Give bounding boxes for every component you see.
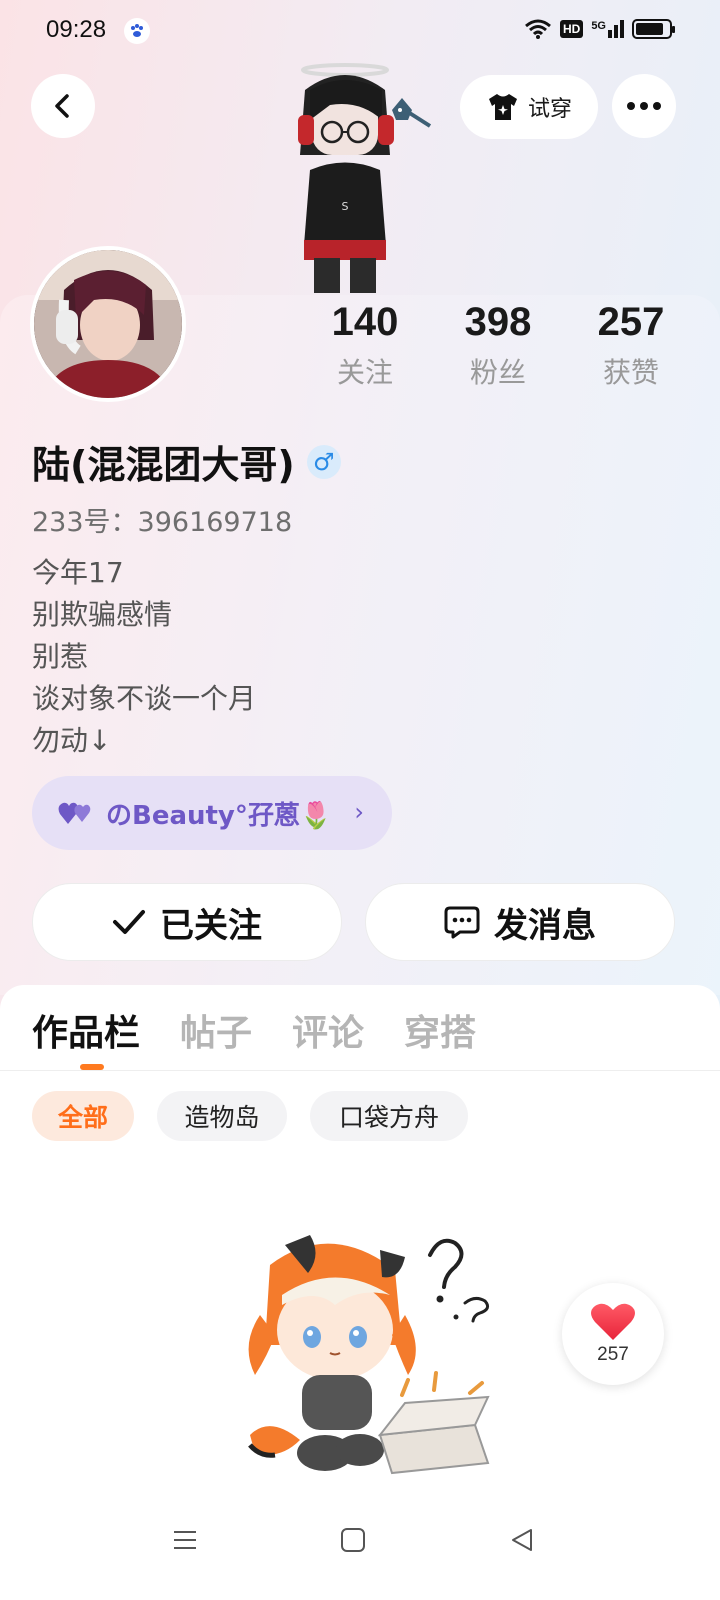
svg-text:S: S bbox=[342, 200, 349, 213]
status-bar: 09:28 HD 5G bbox=[0, 0, 720, 64]
battery-icon bbox=[632, 19, 675, 39]
checkmark-icon bbox=[113, 910, 145, 934]
stat-following-label: 关注 bbox=[336, 356, 393, 389]
tab-comments[interactable]: 评论 bbox=[292, 1004, 364, 1056]
bio-line: 勿动↓ bbox=[32, 724, 112, 757]
bio-line: 别欺骗感情 bbox=[32, 598, 173, 631]
signal-icon: 5G bbox=[591, 20, 624, 38]
user-id[interactable]: 233号：396169718 bbox=[32, 500, 292, 539]
wifi-icon bbox=[525, 19, 551, 39]
menu-icon bbox=[174, 1531, 196, 1549]
chat-bubble-icon bbox=[444, 906, 480, 939]
chevron-right-icon: › bbox=[354, 798, 364, 826]
bio-line: 今年17 bbox=[32, 556, 124, 589]
stat-followers[interactable]: 398 粉丝 bbox=[438, 300, 558, 391]
back-button[interactable] bbox=[31, 74, 95, 138]
tab-posts[interactable]: 帖子 bbox=[180, 1004, 252, 1056]
stat-likes-label: 获赞 bbox=[602, 356, 659, 389]
shirt-icon bbox=[488, 94, 517, 120]
more-dots-icon bbox=[627, 102, 661, 110]
stat-likes[interactable]: 257 获赞 bbox=[571, 300, 691, 391]
relationship-tag-text: のBeauty°孖蒽🌷 bbox=[106, 800, 333, 831]
message-button[interactable]: 发消息 bbox=[365, 883, 675, 961]
stat-followers-label: 粉丝 bbox=[469, 356, 526, 389]
name-row: 陆(混混团大哥) ♂ bbox=[32, 434, 341, 489]
relationship-tag[interactable]: のBeauty°孖蒽🌷 › bbox=[32, 776, 392, 850]
nav-menu-button[interactable] bbox=[155, 1510, 215, 1570]
tabs-divider bbox=[0, 1070, 720, 1071]
system-navbar bbox=[0, 1490, 720, 1600]
status-time: 09:28 bbox=[46, 16, 107, 43]
filter-chip-all[interactable]: 全部 bbox=[32, 1091, 134, 1141]
baidu-paw-icon bbox=[124, 18, 150, 44]
bio-line: 别惹 bbox=[32, 640, 89, 673]
user-name: 陆(混混团大哥) bbox=[32, 443, 295, 487]
bio: 今年17 别欺骗感情 别惹 谈对象不谈一个月 勿动↓ bbox=[32, 552, 256, 762]
double-heart-icon bbox=[58, 802, 91, 824]
avatar[interactable] bbox=[30, 246, 186, 402]
avatar-character[interactable]: S bbox=[290, 60, 440, 295]
chevron-left-icon bbox=[55, 94, 69, 118]
empty-state-illustration bbox=[248, 1235, 490, 1475]
content-tabs: 作品栏 帖子 评论 穿搭 bbox=[32, 1004, 476, 1056]
like-button[interactable]: 257 bbox=[562, 1283, 664, 1385]
home-square-icon bbox=[341, 1528, 365, 1552]
nav-back-button[interactable] bbox=[492, 1510, 552, 1570]
hd-badge: HD bbox=[559, 20, 584, 38]
stat-following[interactable]: 140 关注 bbox=[305, 300, 425, 391]
followed-label: 已关注 bbox=[160, 905, 262, 946]
message-label: 发消息 bbox=[494, 905, 596, 946]
battery-level bbox=[636, 23, 664, 35]
male-gender-icon: ♂ bbox=[306, 444, 341, 479]
tab-outfits[interactable]: 穿搭 bbox=[404, 1004, 476, 1056]
tab-works[interactable]: 作品栏 bbox=[32, 1004, 140, 1056]
more-button[interactable] bbox=[612, 74, 676, 138]
stat-following-value: 140 bbox=[331, 300, 399, 344]
followed-button[interactable]: 已关注 bbox=[32, 883, 342, 961]
filter-chip-pocket-ark[interactable]: 口袋方舟 bbox=[310, 1091, 468, 1141]
like-count: 257 bbox=[597, 1344, 629, 1365]
tryon-label: 试穿 bbox=[527, 97, 572, 122]
heart-icon bbox=[591, 1303, 635, 1340]
nav-home-button[interactable] bbox=[323, 1510, 383, 1570]
bio-line: 谈对象不谈一个月 bbox=[32, 682, 257, 715]
avatar-photo bbox=[34, 250, 182, 398]
stat-followers-value: 398 bbox=[464, 300, 532, 344]
stat-likes-value: 257 bbox=[597, 300, 665, 344]
back-triangle-icon bbox=[512, 1529, 532, 1551]
tryon-button[interactable]: 试穿 bbox=[460, 75, 598, 139]
filter-chip-creation-island[interactable]: 造物岛 bbox=[157, 1091, 287, 1141]
